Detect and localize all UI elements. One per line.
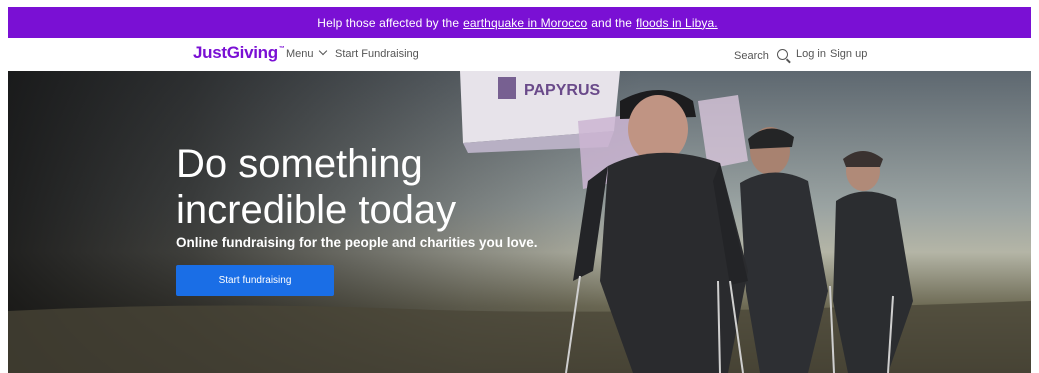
floods-libya-link[interactable]: floods in Libya. [636, 16, 718, 30]
search-icon [776, 49, 788, 60]
logo-trademark: ™ [278, 46, 285, 52]
justgiving-logo[interactable]: JustGiving™ [193, 43, 285, 63]
search-button[interactable]: Search [734, 48, 788, 62]
login-link[interactable]: Log in [796, 48, 826, 60]
earthquake-morocco-link[interactable]: earthquake in Morocco [463, 16, 587, 30]
hero-subtitle: Online fundraising for the people and ch… [176, 235, 538, 250]
page: Help those affected by the earthquake in… [0, 0, 1039, 373]
flag-text: PAPYRUS [524, 82, 600, 99]
hero-title: Do something incredible today [176, 142, 457, 232]
banner-middle: and the [591, 15, 633, 30]
signup-link[interactable]: Sign up [830, 48, 867, 60]
banner-prefix: Help those affected by the [317, 15, 460, 30]
start-fundraising-button[interactable]: Start fundraising [176, 265, 334, 296]
menu-button[interactable]: Menu [286, 46, 327, 60]
start-fundraising-link[interactable]: Start Fundraising [335, 48, 419, 60]
search-label: Search [734, 50, 769, 62]
logo-text: JustGiving [193, 43, 278, 62]
announcement-banner: Help those affected by the earthquake in… [8, 7, 1031, 38]
menu-label: Menu [286, 48, 314, 60]
chevron-down-icon [318, 46, 327, 56]
hero-section: PAPYRUS Do something incredible today On… [8, 71, 1031, 373]
site-header: JustGiving™ Menu Start Fundraising Searc… [8, 38, 1031, 71]
